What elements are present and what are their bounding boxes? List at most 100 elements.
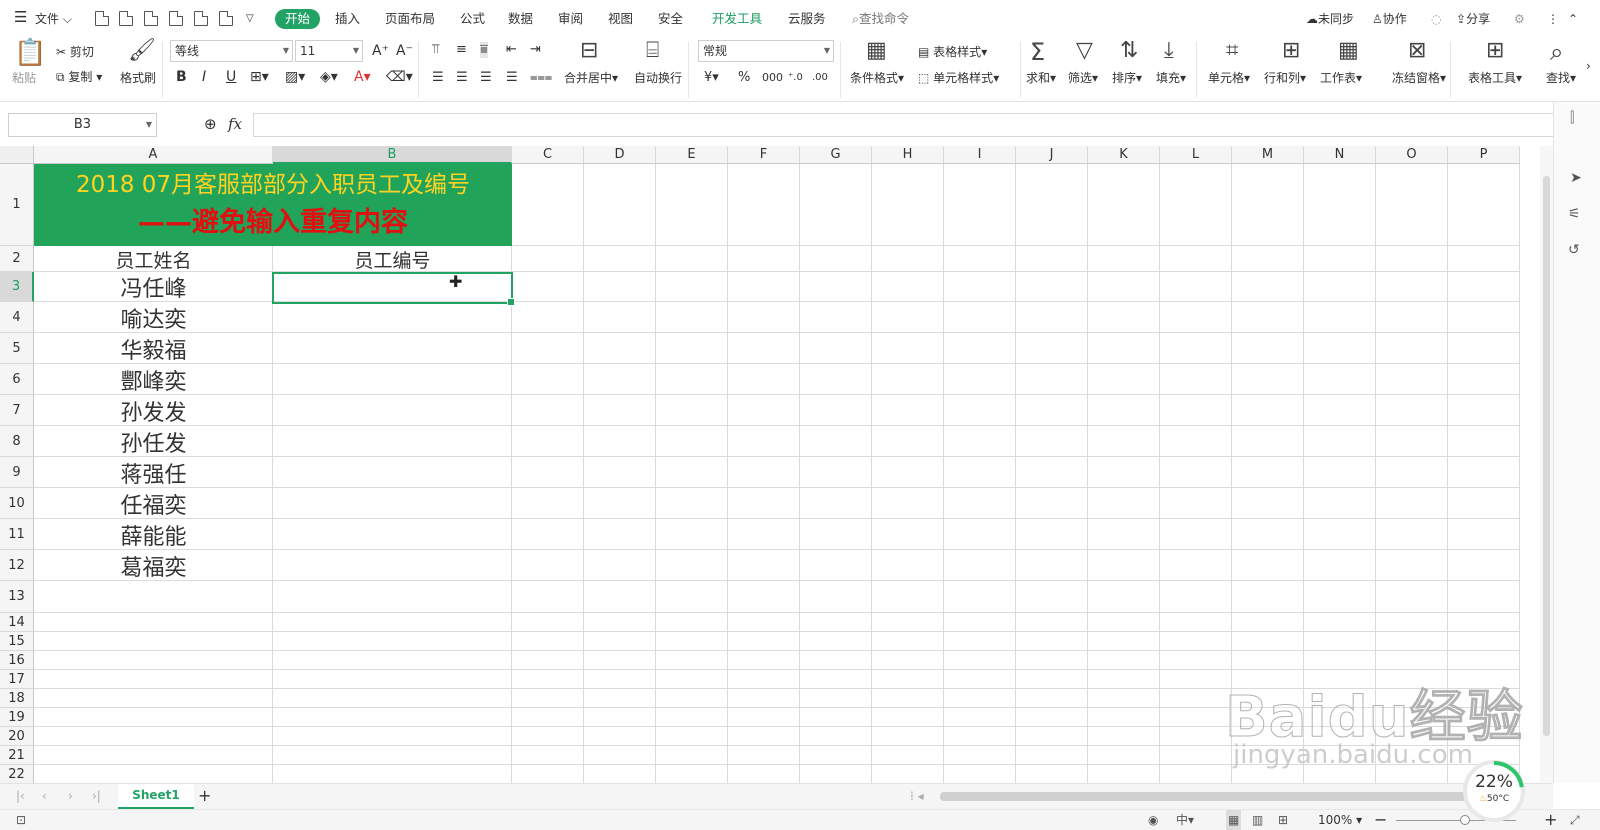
employee-name-cell[interactable]: 酆峰奕 [34, 364, 273, 395]
column-header-p[interactable]: P [1448, 146, 1520, 164]
column-header-a[interactable]: A [34, 146, 273, 164]
row-header-22[interactable]: 22 [0, 765, 34, 783]
distribute-icon[interactable]: ⩶ [530, 70, 552, 86]
row-header-19[interactable]: 19 [0, 708, 34, 727]
fill-color-icon[interactable]: ◈▾ [320, 69, 338, 85]
tab-data[interactable]: 数据 [508, 9, 533, 29]
row-header-3[interactable]: 3 [0, 272, 34, 302]
row-header-10[interactable]: 10 [0, 488, 34, 519]
filter-panel-icon[interactable]: ⚟ [1568, 204, 1581, 224]
sheet-tab-sheet1[interactable]: Sheet1 [118, 784, 194, 809]
freeze-icon[interactable]: ⊠ [1408, 40, 1426, 62]
column-header-g[interactable]: G [800, 146, 872, 164]
zoom-out-icon[interactable]: − [1374, 810, 1387, 830]
align-top-icon[interactable]: ⫪ [432, 42, 439, 58]
collaborate-button[interactable]: ♙协作 [1372, 10, 1407, 28]
language-icon[interactable]: 中▾ [1176, 810, 1194, 830]
format-painter-button[interactable]: 格式刷 [120, 70, 156, 86]
worksheet-icon[interactable]: ▦ [1338, 40, 1359, 62]
page-layout-view-icon[interactable]: ▥ [1252, 810, 1263, 830]
underline-icon[interactable]: U [226, 69, 236, 85]
horizontal-scroll-thumb[interactable] [940, 792, 1520, 801]
align-middle-icon[interactable]: ≡ [456, 42, 467, 58]
tab-page-layout[interactable]: 页面布局 [385, 9, 435, 29]
history-icon[interactable]: ↺ [1568, 240, 1580, 260]
fill-button[interactable]: 填充▾ [1156, 70, 1186, 86]
print-preview-icon[interactable] [169, 11, 183, 26]
sync-status[interactable]: ☁未同步 [1306, 10, 1354, 28]
align-bottom-icon[interactable]: ⩸ [480, 42, 488, 58]
tab-security[interactable]: 安全 [658, 9, 683, 29]
row-header-13[interactable]: 13 [0, 581, 34, 613]
sort-button[interactable]: 排序▾ [1112, 70, 1142, 86]
table-tools-button[interactable]: 表格工具▾ [1468, 70, 1522, 86]
employee-name-cell[interactable]: 华毅福 [34, 333, 273, 364]
increase-font-icon[interactable]: A⁺ [372, 43, 389, 59]
justify-icon[interactable]: ☰ [506, 70, 518, 86]
tab-insert[interactable]: 插入 [335, 9, 360, 29]
hamburger-icon[interactable]: ☰ [14, 8, 27, 26]
column-header-e[interactable]: E [656, 146, 728, 164]
vertical-scrollbar[interactable] [1540, 146, 1553, 783]
fill-pattern-icon[interactable]: ▨▾ [285, 69, 305, 85]
cell-icon[interactable]: ⌗ [1226, 40, 1238, 62]
cpu-gauge-widget[interactable]: 22% ♨50°C [1463, 760, 1525, 822]
decrease-font-icon[interactable]: A⁻ [396, 43, 413, 59]
row-header-16[interactable]: 16 [0, 651, 34, 670]
more-icon[interactable]: ⋮ [1547, 10, 1559, 28]
increase-decimal-icon[interactable]: ⁺.0 [788, 70, 803, 86]
title-cell[interactable]: 2018 07月客服部部分入职员工及编号 ——避免输入重复内容 [34, 164, 512, 246]
align-left-icon[interactable]: ☰ [432, 70, 444, 86]
align-center-icon[interactable]: ☰ [456, 70, 468, 86]
bold-icon[interactable]: B [176, 69, 187, 85]
italic-icon[interactable]: I [202, 69, 206, 85]
sum-button[interactable]: 求和▾ [1026, 70, 1056, 86]
row-header-11[interactable]: 11 [0, 519, 34, 550]
row-col-button[interactable]: 行和列▾ [1264, 70, 1306, 86]
table-tools-icon[interactable]: ⊞ [1486, 40, 1504, 62]
paste-button[interactable]: 粘贴 [12, 70, 36, 86]
cell-style-button[interactable]: ⬚ 单元格样式▾ [918, 70, 999, 86]
sort-icon[interactable]: ⇅ [1120, 40, 1138, 62]
column-header-d[interactable]: D [584, 146, 656, 164]
column-header-m[interactable]: M [1232, 146, 1304, 164]
row-header-2[interactable]: 2 [0, 246, 34, 272]
macro-record-icon[interactable]: ⊡ [16, 810, 26, 830]
clear-format-icon[interactable]: ⌫▾ [386, 69, 413, 85]
worksheet-button[interactable]: 工作表▾ [1320, 70, 1362, 86]
align-right-icon[interactable]: ☰ [480, 70, 492, 86]
row-header-7[interactable]: 7 [0, 395, 34, 426]
column-header-j[interactable]: J [1016, 146, 1088, 164]
tab-home[interactable]: 开始 [275, 9, 321, 29]
share-button[interactable]: ⇪分享 [1456, 10, 1490, 28]
first-sheet-icon[interactable]: |‹ [16, 786, 25, 806]
employee-name-cell[interactable]: 喻达奕 [34, 302, 273, 333]
settings-icon[interactable]: ⚙ [1514, 10, 1525, 28]
normal-view-icon[interactable]: ▦ [1226, 810, 1242, 830]
row-header-21[interactable]: 21 [0, 746, 34, 765]
hscroll-splitter[interactable]: ⁞ ◂ [910, 786, 924, 806]
column-header-b[interactable]: B [273, 146, 512, 164]
employee-name-cell[interactable]: 任福奕 [34, 488, 273, 519]
copy-button[interactable]: ⧉ 复制 ▾ [56, 69, 102, 85]
print-icon[interactable] [194, 11, 208, 26]
collapse-ribbon-icon[interactable]: ⌃ [1568, 10, 1578, 28]
row-col-icon[interactable]: ⊞ [1282, 40, 1300, 62]
merge-center-icon[interactable]: ⊟ [580, 40, 598, 62]
row-header-4[interactable]: 4 [0, 302, 34, 333]
vertical-scroll-thumb[interactable] [1543, 176, 1550, 736]
column-header-h[interactable]: H [872, 146, 944, 164]
employee-name-cell[interactable]: 孙任发 [34, 426, 273, 457]
font-size-select[interactable]: 11 ▼ [295, 40, 363, 62]
column-header-n[interactable]: N [1304, 146, 1376, 164]
currency-icon[interactable]: ¥▾ [704, 70, 719, 86]
fill-icon[interactable]: ⤓ [1164, 40, 1174, 62]
ribbon-scroll-right-icon[interactable]: › [1586, 58, 1591, 74]
column-header-f[interactable]: F [728, 146, 800, 164]
decrease-decimal-icon[interactable]: .00 [812, 70, 828, 86]
cell-a2-header[interactable]: 员工姓名 [34, 246, 273, 272]
select-all-corner[interactable] [0, 146, 34, 164]
format-painter-icon[interactable]: 🖌 [128, 40, 156, 62]
fullscreen-icon[interactable]: ⤢ [1570, 810, 1580, 830]
filter-button[interactable]: 筛选▾ [1068, 70, 1098, 86]
